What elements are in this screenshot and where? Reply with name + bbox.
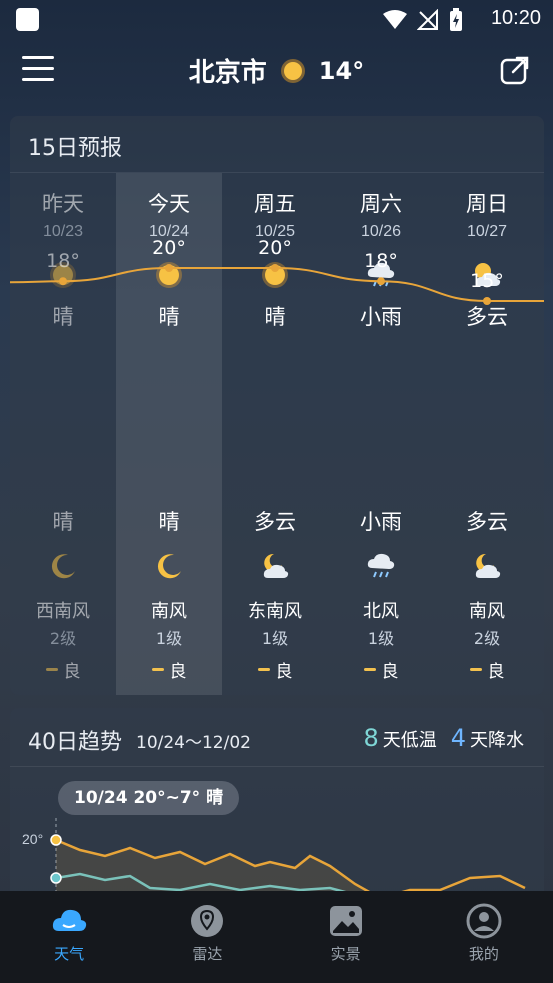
forecast-15-card[interactable]: 15日预报 昨天 10/23 晴晴西南风 2级良今天 10/24 晴晴南风 1级良周五 10/… bbox=[10, 116, 544, 695]
trend-high-point bbox=[50, 834, 62, 846]
moon-cloud-icon bbox=[263, 553, 289, 578]
radar-pin-icon bbox=[191, 905, 224, 937]
nav-weather[interactable]: 天气 bbox=[0, 891, 138, 983]
aqi-badge: 良 bbox=[10, 657, 116, 682]
temp-chart: 18°20°20°18°15°5°7°9°9°7° bbox=[10, 237, 544, 305]
nav-photo[interactable]: 实景 bbox=[277, 891, 415, 983]
night-condition: 多云 bbox=[466, 510, 508, 534]
cloud-icon bbox=[53, 909, 87, 931]
night-condition: 晴 bbox=[158, 510, 180, 534]
nav-profile[interactable]: 我的 bbox=[415, 891, 553, 983]
high-temp-label: 20° bbox=[258, 237, 292, 259]
location-title[interactable]: 北京市 14° bbox=[0, 52, 553, 89]
aqi-badge: 良 bbox=[116, 657, 222, 682]
bottom-nav: 天气 雷达 实景 我的 bbox=[0, 891, 553, 983]
high-temp-label: 18° bbox=[364, 250, 398, 272]
app-header: 北京市 14° bbox=[0, 40, 553, 104]
aqi-badge: 良 bbox=[222, 657, 328, 682]
trend-40-title: 40日趋势 bbox=[28, 730, 122, 755]
profile-icon bbox=[466, 903, 502, 939]
night-condition: 晴 bbox=[52, 510, 74, 534]
high-temp-point bbox=[59, 277, 67, 286]
aqi-label: 良 bbox=[381, 662, 399, 682]
moon-cloud-icon bbox=[475, 553, 501, 578]
night-condition: 小雨 bbox=[360, 510, 402, 534]
aqi-indicator bbox=[151, 668, 164, 671]
high-temp-point bbox=[165, 264, 173, 272]
wind-level: 1级 bbox=[261, 629, 289, 648]
wind-direction: 东南风 bbox=[248, 601, 302, 622]
trend-axis-label: 20° bbox=[22, 831, 43, 847]
aqi-label: 良 bbox=[275, 662, 293, 682]
nav-label: 雷达 bbox=[192, 945, 223, 963]
current-temp: 14° bbox=[318, 56, 365, 85]
trend-40-card[interactable]: 40日趋势 10/24～12/02 8 天低温 4 天降水 10/24 20°~… bbox=[10, 708, 544, 908]
photo-icon bbox=[329, 906, 362, 936]
moon-icon bbox=[157, 554, 181, 579]
moon-icon bbox=[51, 554, 75, 579]
wifi-icon bbox=[383, 10, 407, 29]
high-temp-label: 15° bbox=[470, 270, 504, 292]
trend-low-point bbox=[50, 872, 62, 884]
rain-label: 天降水 bbox=[470, 730, 524, 751]
aqi-badge: 良 bbox=[328, 657, 434, 682]
wind-direction: 北风 bbox=[363, 601, 399, 622]
aqi-indicator bbox=[363, 668, 376, 671]
night-condition: 多云 bbox=[254, 510, 296, 534]
trend-tooltip: 10/24 20°~7° 晴 bbox=[58, 781, 240, 815]
low-temp-label: 天低温 bbox=[382, 730, 437, 751]
aqi-label: 良 bbox=[169, 662, 187, 682]
high-temp-point bbox=[377, 277, 385, 286]
status-time: 10:20 bbox=[490, 7, 541, 29]
high-temp-point bbox=[271, 264, 279, 272]
aqi-indicator bbox=[469, 668, 482, 671]
wind-direction: 南风 bbox=[151, 601, 187, 622]
aqi-indicator bbox=[257, 668, 270, 671]
low-temp-days: 8 bbox=[363, 724, 379, 752]
forecast-15-title: 15日预报 bbox=[28, 136, 122, 161]
wind-level: 1级 bbox=[367, 629, 395, 648]
wind-level: 1级 bbox=[155, 629, 183, 648]
high-temp-point bbox=[483, 297, 491, 305]
high-temp-line bbox=[10, 267, 544, 302]
nav-radar[interactable]: 雷达 bbox=[138, 891, 276, 983]
nav-label: 实景 bbox=[330, 945, 361, 963]
notification-icon bbox=[16, 8, 39, 31]
trend-stats: 8 天低温 4 天降水 bbox=[363, 724, 524, 752]
wind-level: 2级 bbox=[473, 629, 501, 648]
high-temp-label: 20° bbox=[152, 237, 186, 259]
wind-direction: 南风 bbox=[469, 601, 505, 622]
rain-days: 4 bbox=[450, 724, 466, 752]
trend-range: 10/24～12/02 bbox=[136, 733, 251, 753]
nav-label: 天气 bbox=[54, 945, 85, 963]
sun-icon bbox=[280, 58, 305, 83]
rain-icon bbox=[367, 553, 395, 578]
aqi-badge: 良 bbox=[434, 657, 540, 682]
no-signal-icon bbox=[417, 9, 438, 30]
nav-label: 我的 bbox=[468, 945, 499, 963]
aqi-label: 良 bbox=[63, 662, 81, 682]
high-temp-label: 18° bbox=[46, 250, 80, 272]
divider bbox=[10, 766, 544, 767]
wind-level: 2级 bbox=[49, 629, 77, 648]
status-bar: 10:20 bbox=[0, 0, 553, 40]
share-icon[interactable] bbox=[499, 54, 531, 86]
battery-charging-icon bbox=[450, 8, 462, 31]
aqi-label: 良 bbox=[487, 662, 505, 682]
aqi-indicator bbox=[45, 668, 58, 671]
wind-direction: 西南风 bbox=[36, 601, 90, 622]
city-name: 北京市 bbox=[188, 58, 267, 88]
